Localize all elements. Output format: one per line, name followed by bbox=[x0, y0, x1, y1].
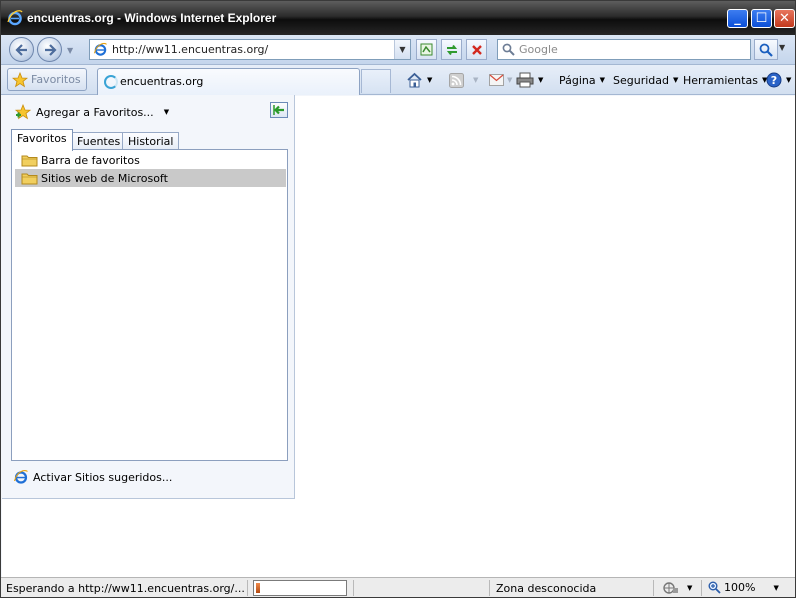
compatibility-view-button[interactable] bbox=[416, 39, 437, 60]
zoom-level-button[interactable]: 100% ▼ bbox=[708, 581, 779, 594]
printer-icon bbox=[516, 72, 534, 88]
status-separator bbox=[701, 580, 702, 596]
ie-suggested-sites-icon bbox=[13, 469, 28, 484]
pin-favorites-center-button[interactable] bbox=[270, 102, 288, 118]
stop-button[interactable] bbox=[466, 39, 487, 60]
folder-label: Sitios web de Microsoft bbox=[41, 171, 168, 185]
ie-logo-icon bbox=[7, 10, 23, 26]
loading-progress-bar bbox=[253, 580, 347, 596]
safety-menu-label: Seguridad bbox=[613, 73, 669, 87]
protected-mode-icon bbox=[663, 582, 678, 594]
search-button[interactable] bbox=[754, 39, 778, 60]
status-bar: Esperando a http://ww11.encuentras.org/.… bbox=[1, 577, 795, 597]
maximize-button[interactable]: ☐ bbox=[751, 9, 772, 28]
page-menu-label: Página bbox=[559, 73, 596, 87]
loading-spinner-icon bbox=[104, 75, 118, 89]
status-text: Esperando a http://ww11.encuentras.org/.… bbox=[6, 582, 245, 595]
search-icon bbox=[759, 43, 773, 57]
print-button[interactable]: ▼ bbox=[516, 71, 543, 89]
tools-menu-label: Herramientas bbox=[683, 73, 758, 87]
safety-menu[interactable]: Seguridad ▼ bbox=[613, 71, 678, 89]
home-button[interactable]: ▼ bbox=[406, 71, 432, 89]
page-dropdown-icon: ▼ bbox=[599, 76, 606, 84]
status-separator bbox=[353, 580, 354, 596]
safety-dropdown-icon: ▼ bbox=[673, 76, 679, 84]
page-content[interactable] bbox=[295, 96, 795, 577]
status-separator bbox=[653, 580, 654, 596]
tools-menu[interactable]: Herramientas ▼ bbox=[683, 71, 767, 89]
title-bar: encuentras.org - Windows Internet Explor… bbox=[1, 1, 795, 35]
read-mail-button[interactable] bbox=[489, 71, 504, 89]
search-input[interactable]: Google bbox=[519, 43, 558, 56]
favorites-center: Agregar a Favoritos... ▼ Favoritos Fuent… bbox=[2, 95, 295, 499]
help-icon: ? bbox=[766, 72, 782, 88]
search-magnifier-icon bbox=[502, 43, 515, 56]
folder-label: Barra de favoritos bbox=[41, 153, 140, 167]
new-tab-button[interactable] bbox=[361, 69, 391, 93]
protected-mode-button[interactable]: ▼ bbox=[663, 581, 692, 595]
back-button[interactable] bbox=[9, 37, 34, 62]
mail-dropdown-icon[interactable]: ▼ bbox=[507, 71, 512, 89]
help-dropdown-icon[interactable]: ▼ bbox=[786, 76, 791, 84]
favorites-button-label: Favoritos bbox=[31, 73, 81, 86]
page-menu[interactable]: Página ▼ bbox=[559, 71, 605, 89]
help-button[interactable]: ? ▼ bbox=[766, 71, 791, 89]
favorites-button[interactable]: Favoritos bbox=[7, 68, 87, 91]
favorites-folder-item[interactable]: Barra de favoritos bbox=[15, 151, 286, 169]
command-bar: Favoritos encuentras.org ▼ ▼ ▼ ▼ Página … bbox=[1, 65, 795, 95]
address-bar[interactable]: http://ww11.encuentras.org/ ▼ bbox=[89, 39, 411, 60]
add-to-favorites-label: Agregar a Favoritos... bbox=[36, 105, 154, 119]
search-box[interactable]: Google bbox=[497, 39, 751, 60]
mail-icon bbox=[489, 74, 504, 86]
folder-icon bbox=[21, 173, 38, 184]
navigation-bar: ▼ http://ww11.encuentras.org/ ▼ Google ▼ bbox=[1, 35, 795, 65]
refresh-button[interactable] bbox=[441, 39, 462, 60]
forward-button[interactable] bbox=[37, 37, 62, 62]
protected-mode-dropdown-icon[interactable]: ▼ bbox=[687, 584, 692, 592]
compatibility-icon bbox=[420, 43, 433, 56]
rss-feed-icon bbox=[449, 72, 464, 88]
status-separator bbox=[489, 580, 490, 596]
browser-tab[interactable]: encuentras.org bbox=[97, 68, 360, 95]
zoom-level: 100% bbox=[724, 581, 756, 594]
favorites-star-icon bbox=[12, 72, 28, 88]
security-zone: Zona desconocida bbox=[496, 582, 597, 595]
svg-text:?: ? bbox=[771, 74, 777, 87]
forward-arrow-icon bbox=[44, 43, 57, 56]
favorites-tree: Barra de favoritos Sitios web de Microso… bbox=[11, 149, 288, 461]
back-arrow-icon bbox=[14, 43, 27, 56]
page-ie-icon bbox=[93, 42, 107, 56]
stop-icon bbox=[471, 44, 482, 55]
ie-window: encuentras.org - Windows Internet Explor… bbox=[0, 0, 796, 598]
pin-green-arrow-icon bbox=[273, 105, 284, 115]
tab-favoritos[interactable]: Favoritos bbox=[11, 129, 73, 151]
suggested-sites-link[interactable]: Activar Sitios sugeridos... bbox=[13, 469, 172, 485]
feeds-button[interactable] bbox=[449, 71, 464, 89]
address-input[interactable]: http://ww11.encuentras.org/ bbox=[112, 43, 268, 56]
add-favorite-star-icon bbox=[14, 104, 32, 120]
refresh-icon bbox=[446, 44, 457, 55]
home-dropdown-icon[interactable]: ▼ bbox=[427, 76, 432, 84]
search-options-dropdown-icon[interactable]: ▼ bbox=[779, 43, 785, 52]
page-content-lower[interactable] bbox=[2, 499, 295, 577]
minimize-button[interactable]: _ bbox=[727, 9, 748, 28]
progress-fill bbox=[256, 583, 260, 593]
zoom-magnifier-icon bbox=[708, 581, 721, 594]
home-icon bbox=[407, 72, 422, 88]
folder-icon bbox=[21, 155, 38, 166]
feeds-dropdown-icon[interactable]: ▼ bbox=[473, 71, 478, 89]
status-separator bbox=[247, 580, 248, 596]
zoom-dropdown-icon[interactable]: ▼ bbox=[773, 584, 778, 592]
tab-title: encuentras.org bbox=[120, 75, 204, 88]
favorites-folder-item[interactable]: Sitios web de Microsoft bbox=[15, 169, 286, 187]
suggested-sites-label: Activar Sitios sugeridos... bbox=[33, 470, 173, 484]
recent-pages-dropdown-icon[interactable]: ▼ bbox=[67, 46, 73, 55]
add-to-favorites-button[interactable]: Agregar a Favoritos... ▼ bbox=[14, 104, 169, 120]
print-dropdown-icon[interactable]: ▼ bbox=[538, 76, 543, 84]
add-favorites-dropdown-icon[interactable]: ▼ bbox=[164, 108, 169, 116]
close-window-button[interactable]: ✕ bbox=[774, 9, 795, 28]
window-title: encuentras.org - Windows Internet Explor… bbox=[27, 11, 277, 25]
address-dropdown-icon[interactable]: ▼ bbox=[394, 40, 410, 59]
